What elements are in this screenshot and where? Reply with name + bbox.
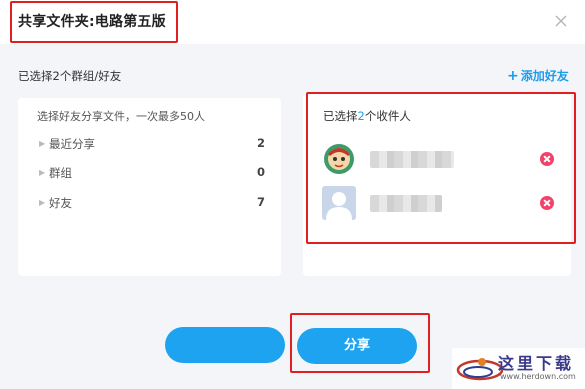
picker-hint: 选择好友分享文件，一次最多50人	[37, 110, 205, 123]
list-item-label: 好友	[49, 196, 72, 210]
share-highlight-box	[290, 313, 430, 373]
list-item-groups[interactable]: ▶ 群组 0	[37, 165, 265, 183]
plus-icon: +	[507, 68, 519, 84]
list-item-count: 2	[256, 136, 265, 150]
list-item-friends[interactable]: ▶ 好友 7	[37, 195, 265, 213]
contact-picker-panel: 选择好友分享文件，一次最多50人 ▶ 最近分享 2 ▶ 群组 0 ▶ 好友 7	[18, 98, 281, 276]
selected-summary: 已选择2个群组/好友	[18, 69, 122, 83]
list-item-label: 群组	[49, 166, 72, 180]
add-friend-button[interactable]: + 添加好友	[507, 67, 569, 84]
close-icon[interactable]	[551, 11, 571, 31]
list-item-label: 最近分享	[49, 137, 95, 151]
watermark-url: www.herdown.com	[500, 372, 576, 381]
list-item-count: 7	[256, 195, 265, 209]
caret-right-icon: ▶	[39, 168, 46, 177]
caret-right-icon: ▶	[39, 139, 46, 148]
title-highlight-box	[10, 1, 178, 43]
add-friend-label: 添加好友	[520, 69, 569, 83]
secondary-button[interactable]	[165, 327, 285, 363]
watermark-text: 这里下载	[498, 354, 575, 373]
list-item-count: 0	[256, 165, 265, 179]
dialog-titlebar: 共享文件夹:电路第五版	[0, 0, 585, 44]
list-item-recent-share[interactable]: ▶ 最近分享 2	[37, 136, 265, 154]
caret-right-icon: ▶	[39, 198, 46, 207]
recipients-highlight-box	[306, 92, 576, 244]
